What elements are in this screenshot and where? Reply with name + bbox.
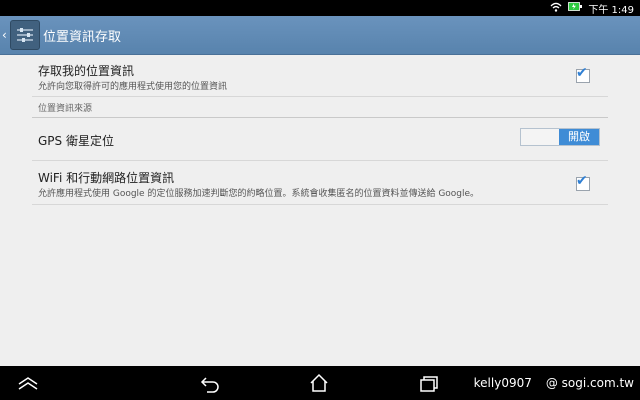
back-icon[interactable] — [198, 372, 222, 394]
section-header: 位置資訊來源 — [32, 97, 608, 118]
setting-gps[interactable]: GPS 衛星定位 開啟 — [32, 118, 608, 161]
location-access-checkbox[interactable]: ✔ — [576, 65, 590, 83]
up-chevron-icon[interactable]: ‹ — [2, 28, 7, 42]
location-settings-icon[interactable] — [10, 20, 40, 50]
watermark-user: kelly0907 — [473, 376, 532, 390]
section-header-label: 位置資訊來源 — [38, 104, 93, 114]
gps-toggle-label: 開啟 — [559, 129, 599, 145]
settings-list: 存取我的位置資訊 允許向您取得許可的應用程式使用您的位置資訊 ✔ 位置資訊來源 … — [32, 55, 608, 205]
battery-charging-icon — [568, 2, 583, 14]
gps-toggle[interactable]: 開啟 — [520, 128, 600, 146]
watermark: kelly0907 @ sogi.com.tw — [474, 376, 634, 390]
setting-title: 存取我的位置資訊 — [38, 64, 135, 78]
status-indicators: 下午 1:49 — [550, 0, 634, 16]
status-time: 下午 1:49 — [588, 4, 634, 16]
setting-title: GPS 衛星定位 — [38, 134, 114, 148]
checkmark-icon: ✔ — [576, 173, 588, 189]
setting-wifi-location[interactable]: WiFi 和行動網路位置資訊 允許應用程式使用 Google 的定位服務加速判斷… — [32, 161, 608, 205]
action-bar: ‹ 位置資訊存取 — [0, 16, 640, 55]
setting-title: WiFi 和行動網路位置資訊 — [38, 171, 175, 185]
wifi-icon — [550, 2, 562, 15]
watermark-site: @ sogi.com.tw — [545, 376, 634, 390]
recent-apps-icon[interactable] — [417, 372, 441, 394]
setting-summary: 允許向您取得許可的應用程式使用您的位置資訊 — [38, 82, 228, 92]
wifi-location-checkbox[interactable]: ✔ — [576, 173, 590, 191]
setting-summary: 允許應用程式使用 Google 的定位服務加速判斷您的約略位置。系統會收集匿名的… — [38, 189, 480, 199]
page-title: 位置資訊存取 — [43, 30, 122, 45]
home-icon[interactable] — [307, 372, 331, 394]
collapse-icon[interactable] — [16, 372, 40, 394]
status-bar: 下午 1:49 — [0, 0, 640, 16]
checkmark-icon: ✔ — [576, 65, 588, 81]
setting-location-access[interactable]: 存取我的位置資訊 允許向您取得許可的應用程式使用您的位置資訊 ✔ — [32, 55, 608, 97]
navigation-bar: kelly0907 @ sogi.com.tw — [0, 366, 640, 400]
